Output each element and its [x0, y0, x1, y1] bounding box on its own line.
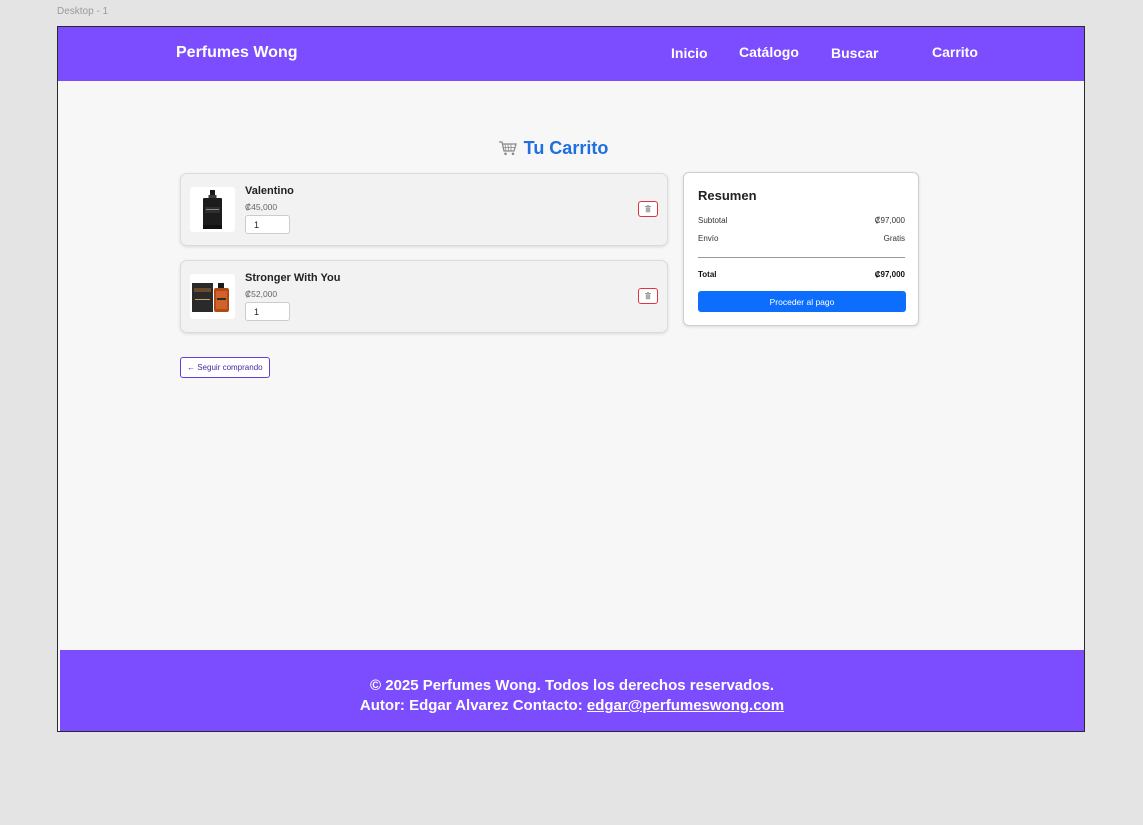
footer-author: Autor: Edgar Alvarez Contacto: — [359, 697, 583, 714]
remove-item-button[interactable] — [638, 288, 658, 304]
continue-shopping-button[interactable]: ← Seguir comprando — [180, 357, 270, 378]
nav-link-catalogo[interactable]: Catálogo — [739, 44, 799, 60]
cart-item: Stronger With You ₡52,000 — [180, 260, 668, 333]
cart-item: Valentino ₡45,000 — [180, 173, 668, 246]
footer-copyright: © 2025 Perfumes Wong. Todos los derechos… — [370, 677, 774, 694]
frame-label: Desktop - 1 — [57, 6, 109, 17]
nav-link-carrito[interactable]: Carrito — [932, 44, 978, 60]
product-image-stronger-with-you — [190, 274, 235, 319]
footer-contact: Autor: Edgar Alvarez Contacto: edgar@per… — [60, 697, 1084, 714]
cart-icon — [498, 140, 518, 156]
shipping-value: Gratis — [883, 234, 905, 243]
brand-logo[interactable]: Perfumes Wong — [176, 44, 298, 62]
quantity-input[interactable] — [245, 215, 290, 234]
total-value: ₡97,000 — [874, 270, 905, 279]
footer-email-link[interactable]: edgar@perfumeswong.com — [587, 697, 784, 714]
footer: © 2025 Perfumes Wong. Todos los derechos… — [60, 650, 1084, 731]
remove-item-button[interactable] — [638, 201, 658, 217]
trash-icon — [645, 205, 651, 213]
page-title: Tu Carrito — [58, 138, 1048, 159]
product-image-valentino — [190, 187, 235, 232]
summary-title: Resumen — [698, 188, 757, 203]
item-price: ₡45,000 — [245, 202, 278, 212]
shipping-label: Envío — [698, 234, 719, 243]
nav-link-inicio[interactable]: Inicio — [671, 45, 708, 61]
nav-link-buscar[interactable]: Buscar — [831, 45, 878, 61]
quantity-input[interactable] — [245, 302, 290, 321]
item-name: Valentino — [245, 185, 294, 197]
checkout-button[interactable]: Proceder al pago — [698, 291, 906, 312]
desktop-frame: Perfumes Wong Inicio Catálogo Buscar Car… — [57, 26, 1085, 732]
item-name: Stronger With You — [245, 272, 341, 284]
subtotal-label: Subtotal — [698, 216, 728, 225]
navbar: Perfumes Wong Inicio Catálogo Buscar Car… — [58, 27, 1084, 81]
subtotal-value: ₡97,000 — [874, 216, 905, 225]
summary-divider — [698, 257, 905, 258]
order-summary: Resumen Subtotal ₡97,000 Envío Gratis To… — [683, 172, 919, 326]
page-title-text: Tu Carrito — [523, 138, 609, 158]
trash-icon — [645, 292, 651, 300]
item-price: ₡52,000 — [245, 289, 278, 299]
total-label: Total — [698, 270, 717, 279]
